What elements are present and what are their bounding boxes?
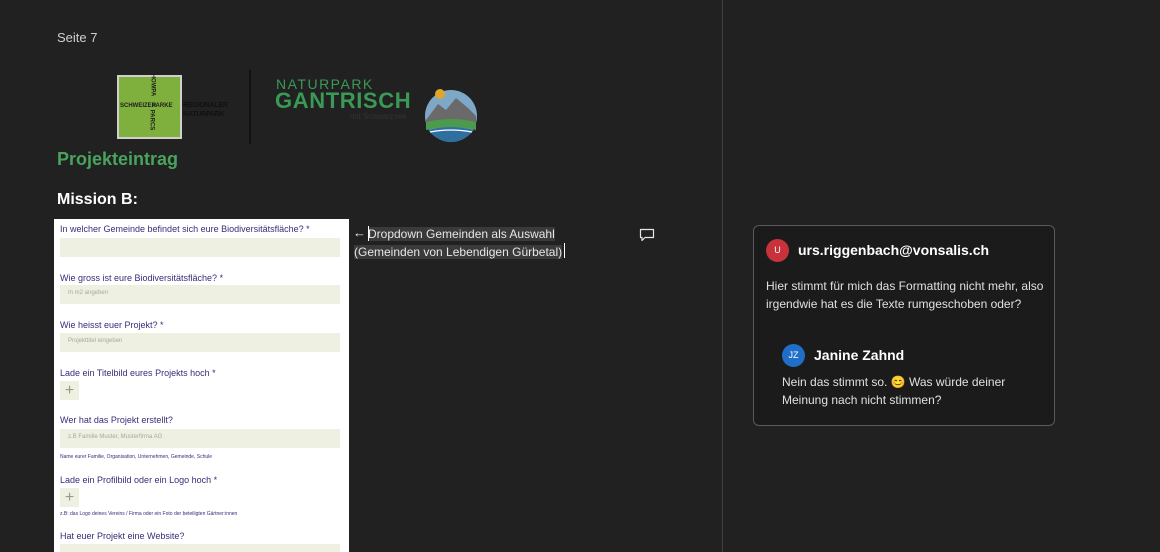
regional-park-label: REGIONALER NATURPARK <box>183 101 228 119</box>
document-canvas[interactable]: Seite 7 SCHWEIZER PARKE PARCS HOWPA REGI… <box>0 0 722 552</box>
form-question-website: Hat euer Projekt eine Website? <box>60 531 185 541</box>
form-upload-logo-plus-icon: + <box>60 488 79 507</box>
comment-bubble-icon[interactable] <box>639 228 655 242</box>
logo-cell-3: PARCS <box>148 109 155 131</box>
logo-separator <box>249 70 251 144</box>
page-label: Seite 7 <box>57 30 98 45</box>
form-screenshot[interactable]: In welcher Gemeinde befindet sich eure B… <box>54 219 349 552</box>
comment-text-urs: Hier stimmt für mich das Formatting nich… <box>766 279 1044 311</box>
arrow-left-icon: ← <box>353 225 366 240</box>
form-hint-logo: z.B: das Logo deines Vereins / Firma ode… <box>60 511 238 517</box>
form-placeholder-creator: z.B Familie Muster, Musterfirma AG <box>68 434 163 440</box>
form-input-project-name: Projekttitel eingeben <box>60 333 340 352</box>
comment-author-janine: Janine Zahnd <box>814 347 905 363</box>
project-heading: Projekteintrag <box>57 149 179 169</box>
text-caret-end <box>564 243 565 258</box>
form-question-area: Wie gross ist eure Biodiversitätsfläche?… <box>60 273 224 283</box>
form-input-municipality <box>60 238 340 257</box>
comment-thread-card[interactable]: U urs.riggenbach@vonsalis.ch Hier stimmt… <box>753 225 1055 426</box>
inline-note-line1[interactable]: Dropdown Gemeinden als Auswahl <box>368 225 555 243</box>
form-input-creator: z.B Familie Muster, Musterfirma AG <box>60 429 340 448</box>
inline-note-line2-text: (Gemeinden von Lebendigen Gürbetal) <box>354 245 563 259</box>
inline-note-line1-text: Dropdown Gemeinden als Auswahl <box>368 227 555 241</box>
form-question-title-image: Lade ein Titelbild eures Projekts hoch * <box>60 368 216 378</box>
logo-cell-1: SCHWEIZER <box>120 103 156 109</box>
form-question-project-name: Wie heisst euer Projekt? * <box>60 320 164 330</box>
form-placeholder-project-name: Projekttitel eingeben <box>68 338 123 344</box>
form-question-logo: Lade ein Profilbild oder ein Logo hoch * <box>60 475 218 485</box>
logo-cell-4: HOWPA <box>149 73 156 97</box>
gantrisch-logo-sub: mit Schwarzsee <box>350 112 407 121</box>
form-placeholder-area: In m2 angeben <box>68 290 109 296</box>
form-question-creator: Wer hat das Projekt erstellt? <box>60 415 173 425</box>
form-input-area: In m2 angeben <box>60 285 340 304</box>
form-hint-creator: Name eurer Familie, Organisation, Untern… <box>60 454 213 460</box>
gantrisch-logo-main: GANTRISCH <box>275 88 412 113</box>
logo-cell-2: PARKE <box>152 103 173 109</box>
avatar-janine: JZ <box>782 344 805 367</box>
form-question-municipality: In welcher Gemeinde befindet sich eure B… <box>60 224 310 234</box>
comment-author-urs: urs.riggenbach@vonsalis.ch <box>798 242 990 258</box>
form-upload-title-image-plus-icon: + <box>60 381 79 400</box>
avatar-urs: U <box>766 239 789 262</box>
form-input-website <box>60 544 340 552</box>
swiss-parks-logo: SCHWEIZER PARKE PARCS HOWPA <box>117 73 182 139</box>
gantrisch-emblem-icon <box>425 89 477 142</box>
comment-text-janine: Nein das stimmt so. 😊 Was würde deiner M… <box>782 375 1006 407</box>
inline-note-line2[interactable]: (Gemeinden von Lebendigen Gürbetal) <box>354 243 563 261</box>
regional-park-line2: NATURPARK <box>183 111 225 118</box>
regional-park-line1: REGIONALER <box>183 102 228 109</box>
text-caret-start <box>368 226 369 241</box>
mission-heading: Mission B: <box>57 191 138 208</box>
